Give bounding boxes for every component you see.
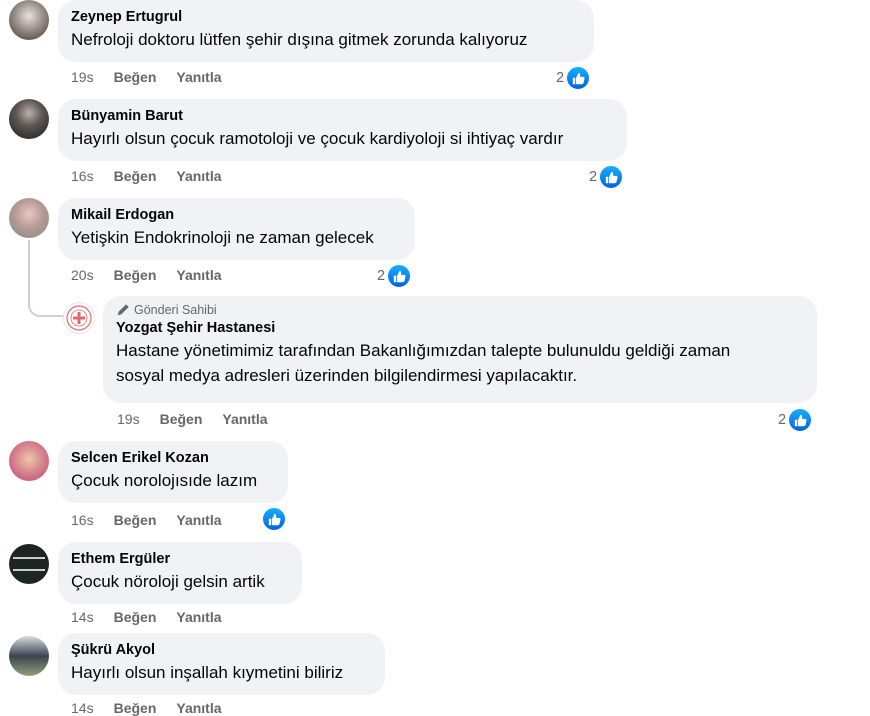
avatar[interactable] xyxy=(9,99,49,139)
comment-text: Çocuk norolojısıde lazım xyxy=(71,471,258,490)
comment-actions: 20s Beğen Yanıtla xyxy=(71,267,242,283)
reaction-count-number: 2 xyxy=(556,70,565,86)
avatar[interactable] xyxy=(9,0,49,40)
avatar[interactable] xyxy=(9,198,49,238)
comment-actions: 16s Beğen Yanıtla xyxy=(71,512,242,528)
comment-time[interactable]: 16s xyxy=(71,168,94,184)
thumbs-up-icon xyxy=(565,65,592,91)
comment-time[interactable]: 20s xyxy=(71,267,94,283)
reaction-count[interactable]: 2 xyxy=(778,407,814,433)
comment-author[interactable]: Ethem Ergüler xyxy=(71,550,288,569)
reply-button[interactable]: Yanıtla xyxy=(176,609,221,625)
like-button[interactable]: Beğen xyxy=(114,700,157,716)
thumbs-up-icon xyxy=(386,263,413,289)
comment-author[interactable]: Selcen Erikel Kozan xyxy=(71,449,274,468)
reaction-count[interactable]: 2 xyxy=(377,263,413,289)
author-badge-label: Gönderi Sahibi xyxy=(134,303,217,317)
comment-actions: 16s Beğen Yanıtla xyxy=(71,168,242,184)
comment-text: Hayırlı olsun çocuk ramotoloji ve çocuk … xyxy=(71,129,564,148)
reply-text-line-1: Hastane yönetimimiz tarafından Bakanlığı… xyxy=(116,341,731,360)
comment-bubble: Bünyamin Barut Hayırlı olsun çocuk ramot… xyxy=(58,99,627,161)
reply-author[interactable]: Yozgat Şehir Hastanesi xyxy=(116,319,803,338)
comment-author[interactable]: Şükrü Akyol xyxy=(71,641,371,660)
reply-button[interactable]: Yanıtla xyxy=(176,512,221,528)
comment-text: Çocuk nöroloji gelsin artik xyxy=(71,572,265,591)
avatar[interactable] xyxy=(9,441,49,481)
reaction-count[interactable]: 2 xyxy=(556,65,592,91)
comment-bubble: Şükrü Akyol Hayırlı olsun inşallah kıyme… xyxy=(58,633,385,695)
comment-time[interactable]: 16s xyxy=(71,512,94,528)
comment-text: Nefroloji doktoru lütfen şehir dışına gi… xyxy=(71,30,528,49)
comment-time[interactable]: 19s xyxy=(71,69,94,85)
like-button[interactable]: Beğen xyxy=(114,168,157,184)
reply-button[interactable]: Yanıtla xyxy=(176,700,221,716)
page-avatar[interactable] xyxy=(63,302,95,334)
comment-bubble: Zeynep Ertugrul Nefroloji doktoru lütfen… xyxy=(58,0,594,62)
reaction-count-number: 2 xyxy=(377,268,386,284)
author-badge: Gönderi Sahibi xyxy=(116,303,803,317)
comment-time[interactable]: 14s xyxy=(71,700,94,716)
like-button[interactable]: Beğen xyxy=(114,609,157,625)
reply-text-line-2: sosyal medya adresleri üzerinden bilgile… xyxy=(116,366,578,385)
thumbs-up-icon xyxy=(598,164,625,190)
reply-time[interactable]: 19s xyxy=(117,411,140,427)
thumbs-up-icon xyxy=(261,506,287,532)
like-button[interactable]: Beğen xyxy=(160,411,203,427)
comment-actions: 19s Beğen Yanıtla xyxy=(71,69,242,85)
reaction-count-number: 2 xyxy=(589,169,598,185)
like-button[interactable]: Beğen xyxy=(114,512,157,528)
comment-actions: 14s Beğen Yanıtla xyxy=(71,700,242,716)
pencil-icon xyxy=(117,304,129,316)
reply-button[interactable]: Yanıtla xyxy=(222,411,267,427)
comment-author[interactable]: Mikail Erdogan xyxy=(71,206,401,225)
reply-button[interactable]: Yanıtla xyxy=(176,168,221,184)
avatar[interactable] xyxy=(9,544,49,584)
comment-bubble: Mikail Erdogan Yetişkin Endokrinoloji ne… xyxy=(58,198,415,260)
like-button[interactable]: Beğen xyxy=(114,267,157,283)
avatar-pattern-icon xyxy=(13,557,45,571)
reply-bubble: Gönderi Sahibi Yozgat Şehir Hastanesi Ha… xyxy=(103,296,817,403)
comment-bubble: Ethem Ergüler Çocuk nöroloji gelsin arti… xyxy=(58,542,302,604)
reply-button[interactable]: Yanıtla xyxy=(176,69,221,85)
reaction-count[interactable]: 2 xyxy=(589,164,625,190)
thread-connector xyxy=(28,240,64,317)
reaction-count[interactable] xyxy=(261,506,287,532)
comment-author[interactable]: Bünyamin Barut xyxy=(71,107,613,126)
thumbs-up-icon xyxy=(787,407,814,433)
comment-actions: 14s Beğen Yanıtla xyxy=(71,609,242,625)
reply-actions: 19s Beğen Yanıtla xyxy=(117,411,288,427)
comment-bubble: Selcen Erikel Kozan Çocuk norolojısıde l… xyxy=(58,441,288,503)
hospital-logo-icon xyxy=(66,305,92,331)
avatar[interactable] xyxy=(9,636,49,676)
comment-author[interactable]: Zeynep Ertugrul xyxy=(71,8,580,27)
reaction-count-number: 2 xyxy=(778,412,787,428)
comment-time[interactable]: 14s xyxy=(71,609,94,625)
comment-text: Hayırlı olsun inşallah kıymetini biliriz xyxy=(71,663,344,682)
reply-button[interactable]: Yanıtla xyxy=(176,267,221,283)
like-button[interactable]: Beğen xyxy=(114,69,157,85)
comment-text: Yetişkin Endokrinoloji ne zaman gelecek xyxy=(71,228,374,247)
